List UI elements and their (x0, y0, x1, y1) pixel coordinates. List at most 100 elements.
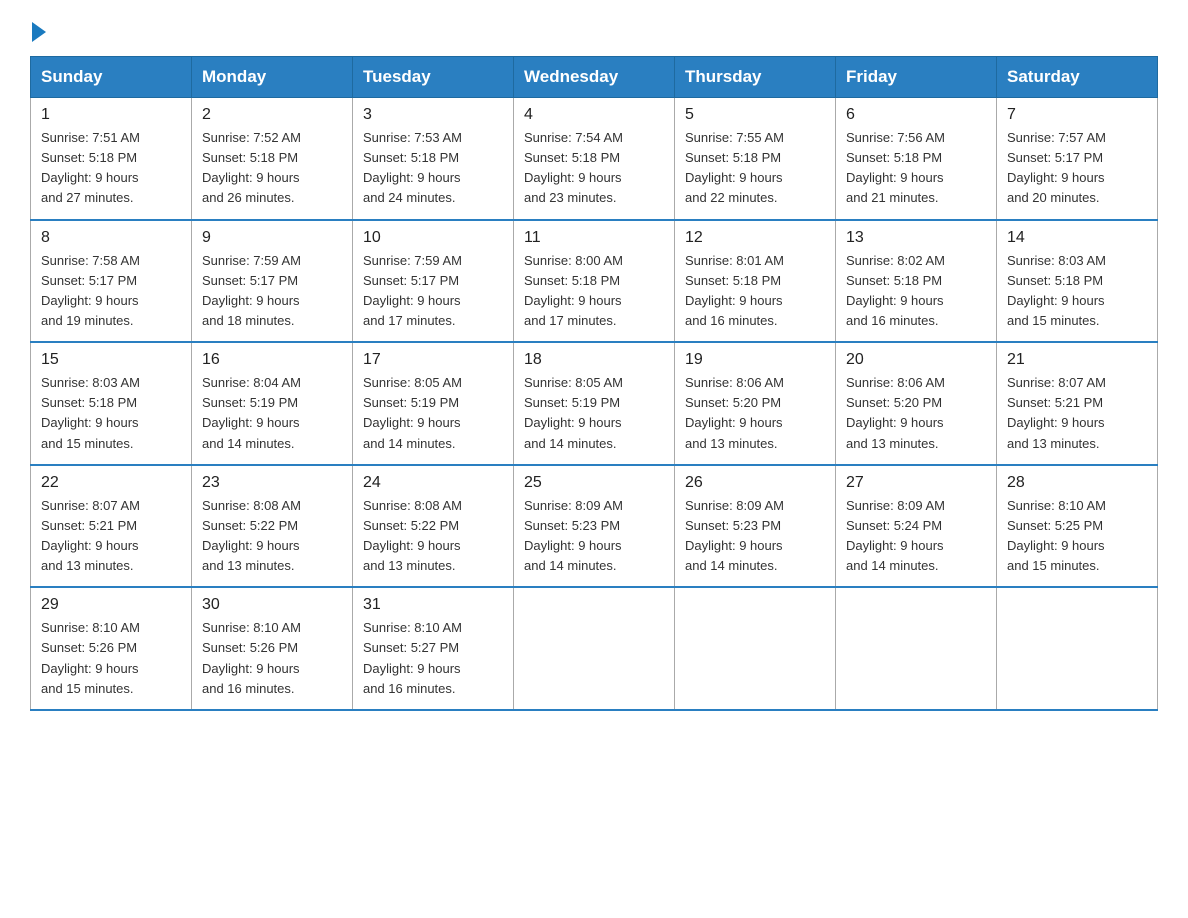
day-number: 20 (846, 351, 986, 369)
calendar-cell: 5 Sunrise: 7:55 AMSunset: 5:18 PMDaylight… (675, 98, 836, 220)
calendar-cell (675, 587, 836, 710)
day-info: Sunrise: 8:10 AMSunset: 5:25 PMDaylight:… (1007, 496, 1147, 577)
calendar-week-row: 8Sunrise: 7:58 AMSunset: 5:17 PMDaylight… (31, 220, 1158, 343)
day-number: 16 (202, 351, 342, 369)
calendar-cell: 6Sunrise: 7:56 AMSunset: 5:18 PMDaylight… (836, 98, 997, 220)
day-number: 30 (202, 596, 342, 614)
calendar-cell: 7 Sunrise: 7:57 AMSunset: 5:17 PMDaylight… (997, 98, 1158, 220)
calendar-cell: 3 Sunrise: 7:53 AMSunset: 5:18 PMDaylight… (353, 98, 514, 220)
calendar-week-row: 22Sunrise: 8:07 AMSunset: 5:21 PMDayligh… (31, 465, 1158, 588)
day-number: 2 (202, 106, 342, 124)
day-info: Sunrise: 8:08 AMSunset: 5:22 PMDaylight:… (363, 496, 503, 577)
day-number: 19 (685, 351, 825, 369)
day-info: Sunrise: 8:04 AMSunset: 5:19 PMDaylight:… (202, 373, 342, 454)
day-number: 26 (685, 474, 825, 492)
calendar-week-row: 29 Sunrise: 8:10 AMSunset: 5:26 PMDayligh… (31, 587, 1158, 710)
calendar-cell: 9Sunrise: 7:59 AMSunset: 5:17 PMDaylight… (192, 220, 353, 343)
day-number: 7 (1007, 106, 1147, 124)
day-info: Sunrise: 8:07 AMSunset: 5:21 PMDaylight:… (41, 496, 181, 577)
calendar-cell: 12 Sunrise: 8:01 AMSunset: 5:18 PMDayligh… (675, 220, 836, 343)
day-info: Sunrise: 7:59 AMSunset: 5:17 PMDaylight:… (363, 251, 503, 332)
day-info: Sunrise: 7:52 AMSunset: 5:18 PMDaylight:… (202, 128, 342, 209)
day-info: Sunrise: 8:09 AMSunset: 5:23 PMDaylight:… (685, 496, 825, 577)
weekday-header-friday: Friday (836, 57, 997, 98)
calendar-cell: 28 Sunrise: 8:10 AMSunset: 5:25 PMDayligh… (997, 465, 1158, 588)
day-info: Sunrise: 7:54 AMSunset: 5:18 PMDaylight:… (524, 128, 664, 209)
day-info: Sunrise: 7:57 AMSunset: 5:17 PMDaylight:… (1007, 128, 1147, 209)
calendar-week-row: 1Sunrise: 7:51 AMSunset: 5:18 PMDaylight… (31, 98, 1158, 220)
calendar-cell: 27 Sunrise: 8:09 AMSunset: 5:24 PMDayligh… (836, 465, 997, 588)
day-number: 5 (685, 106, 825, 124)
calendar-cell: 29 Sunrise: 8:10 AMSunset: 5:26 PMDayligh… (31, 587, 192, 710)
day-info: Sunrise: 8:02 AMSunset: 5:18 PMDaylight:… (846, 251, 986, 332)
calendar-cell: 10 Sunrise: 7:59 AMSunset: 5:17 PMDayligh… (353, 220, 514, 343)
day-number: 12 (685, 229, 825, 247)
day-info: Sunrise: 8:10 AMSunset: 5:26 PMDaylight:… (41, 618, 181, 699)
calendar-cell: 23 Sunrise: 8:08 AMSunset: 5:22 PMDayligh… (192, 465, 353, 588)
day-info: Sunrise: 8:09 AMSunset: 5:23 PMDaylight:… (524, 496, 664, 577)
calendar-cell: 2 Sunrise: 7:52 AMSunset: 5:18 PMDaylight… (192, 98, 353, 220)
calendar-cell: 17 Sunrise: 8:05 AMSunset: 5:19 PMDayligh… (353, 342, 514, 465)
day-info: Sunrise: 7:55 AMSunset: 5:18 PMDaylight:… (685, 128, 825, 209)
day-info: Sunrise: 8:00 AMSunset: 5:18 PMDaylight:… (524, 251, 664, 332)
day-number: 10 (363, 229, 503, 247)
calendar-cell: 14Sunrise: 8:03 AMSunset: 5:18 PMDayligh… (997, 220, 1158, 343)
weekday-header-monday: Monday (192, 57, 353, 98)
day-number: 31 (363, 596, 503, 614)
day-info: Sunrise: 7:58 AMSunset: 5:17 PMDaylight:… (41, 251, 181, 332)
weekday-header-wednesday: Wednesday (514, 57, 675, 98)
calendar-cell: 20 Sunrise: 8:06 AMSunset: 5:20 PMDayligh… (836, 342, 997, 465)
calendar-cell: 15Sunrise: 8:03 AMSunset: 5:18 PMDayligh… (31, 342, 192, 465)
day-info: Sunrise: 8:06 AMSunset: 5:20 PMDaylight:… (846, 373, 986, 454)
logo-arrow-icon (32, 22, 46, 42)
calendar-cell: 22Sunrise: 8:07 AMSunset: 5:21 PMDayligh… (31, 465, 192, 588)
day-number: 15 (41, 351, 181, 369)
day-number: 3 (363, 106, 503, 124)
day-number: 13 (846, 229, 986, 247)
weekday-header-saturday: Saturday (997, 57, 1158, 98)
calendar-cell: 30 Sunrise: 8:10 AMSunset: 5:26 PMDayligh… (192, 587, 353, 710)
calendar-cell (836, 587, 997, 710)
day-number: 24 (363, 474, 503, 492)
day-number: 29 (41, 596, 181, 614)
calendar-cell: 21 Sunrise: 8:07 AMSunset: 5:21 PMDayligh… (997, 342, 1158, 465)
page-header (30, 20, 1158, 38)
day-number: 28 (1007, 474, 1147, 492)
day-number: 11 (524, 229, 664, 247)
logo (30, 20, 46, 38)
day-info: Sunrise: 8:07 AMSunset: 5:21 PMDaylight:… (1007, 373, 1147, 454)
calendar-cell: 18Sunrise: 8:05 AMSunset: 5:19 PMDayligh… (514, 342, 675, 465)
calendar-cell: 26 Sunrise: 8:09 AMSunset: 5:23 PMDayligh… (675, 465, 836, 588)
day-info: Sunrise: 7:56 AMSunset: 5:18 PMDaylight:… (846, 128, 986, 209)
day-info: Sunrise: 8:10 AMSunset: 5:27 PMDaylight:… (363, 618, 503, 699)
day-number: 23 (202, 474, 342, 492)
day-number: 4 (524, 106, 664, 124)
day-info: Sunrise: 8:08 AMSunset: 5:22 PMDaylight:… (202, 496, 342, 577)
calendar-cell: 31 Sunrise: 8:10 AMSunset: 5:27 PMDayligh… (353, 587, 514, 710)
day-info: Sunrise: 8:06 AMSunset: 5:20 PMDaylight:… (685, 373, 825, 454)
day-info: Sunrise: 8:09 AMSunset: 5:24 PMDaylight:… (846, 496, 986, 577)
calendar-cell: 16 Sunrise: 8:04 AMSunset: 5:19 PMDayligh… (192, 342, 353, 465)
day-number: 18 (524, 351, 664, 369)
calendar-cell (514, 587, 675, 710)
day-info: Sunrise: 7:59 AMSunset: 5:17 PMDaylight:… (202, 251, 342, 332)
calendar-cell: 11 Sunrise: 8:00 AMSunset: 5:18 PMDayligh… (514, 220, 675, 343)
day-info: Sunrise: 8:01 AMSunset: 5:18 PMDaylight:… (685, 251, 825, 332)
calendar-header-row: SundayMondayTuesdayWednesdayThursdayFrid… (31, 57, 1158, 98)
calendar-table: SundayMondayTuesdayWednesdayThursdayFrid… (30, 56, 1158, 711)
day-number: 17 (363, 351, 503, 369)
calendar-cell (997, 587, 1158, 710)
day-number: 27 (846, 474, 986, 492)
calendar-cell: 25 Sunrise: 8:09 AMSunset: 5:23 PMDayligh… (514, 465, 675, 588)
weekday-header-sunday: Sunday (31, 57, 192, 98)
day-number: 21 (1007, 351, 1147, 369)
day-info: Sunrise: 8:05 AMSunset: 5:19 PMDaylight:… (363, 373, 503, 454)
day-number: 25 (524, 474, 664, 492)
day-info: Sunrise: 7:51 AMSunset: 5:18 PMDaylight:… (41, 128, 181, 209)
calendar-cell: 19 Sunrise: 8:06 AMSunset: 5:20 PMDayligh… (675, 342, 836, 465)
day-info: Sunrise: 8:10 AMSunset: 5:26 PMDaylight:… (202, 618, 342, 699)
day-number: 14 (1007, 229, 1147, 247)
day-info: Sunrise: 7:53 AMSunset: 5:18 PMDaylight:… (363, 128, 503, 209)
calendar-cell: 13 Sunrise: 8:02 AMSunset: 5:18 PMDayligh… (836, 220, 997, 343)
calendar-cell: 4 Sunrise: 7:54 AMSunset: 5:18 PMDaylight… (514, 98, 675, 220)
